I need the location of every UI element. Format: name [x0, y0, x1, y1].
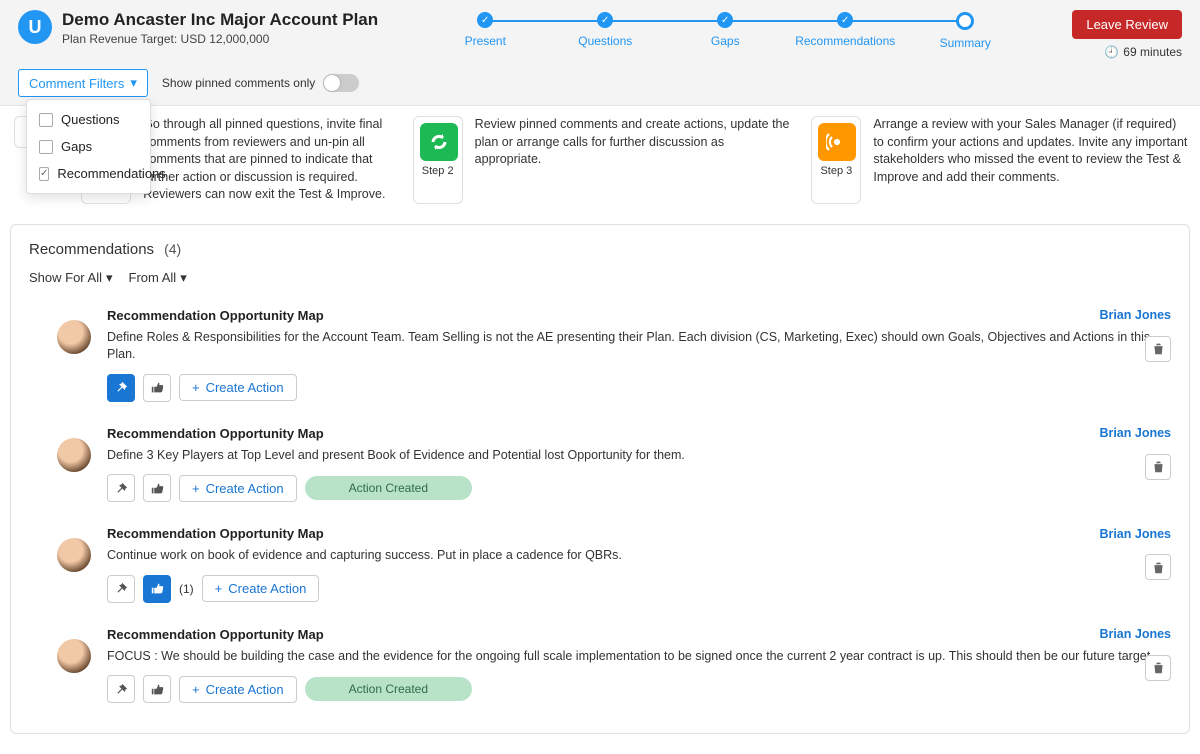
recommendation-text: Define Roles & Responsibilities for the …	[107, 329, 1171, 364]
recommendations-panel: Recommendations (4) Show For All ▾ From …	[10, 224, 1190, 735]
step-recommendations[interactable]: ✓Recommendations	[785, 12, 905, 50]
recommendation-text: FOCUS : We should be building the case a…	[107, 648, 1171, 666]
create-action-button[interactable]: +Create Action	[202, 575, 320, 602]
avatar	[57, 639, 91, 673]
action-created-badge: Action Created	[305, 476, 472, 500]
plus-icon: +	[192, 682, 200, 697]
plus-icon: +	[192, 481, 200, 496]
show-for-filter[interactable]: Show For All ▾	[29, 270, 113, 286]
caret-down-icon: ▾	[106, 270, 113, 286]
thumbs-up-icon	[151, 683, 164, 696]
refresh-icon	[420, 123, 458, 161]
recommendation-text: Define 3 Key Players at Top Level and pr…	[107, 447, 1171, 465]
broadcast-icon	[818, 123, 856, 161]
recommendation-title: Recommendation Opportunity Map	[107, 426, 324, 441]
recommendation-item: Recommendation Opportunity Map Brian Jone…	[29, 416, 1171, 517]
thumbs-up-icon	[151, 582, 164, 595]
page-title: Demo Ancaster Inc Major Account Plan	[62, 10, 378, 30]
create-action-button[interactable]: +Create Action	[179, 374, 297, 401]
pinned-only-toggle[interactable]	[323, 74, 359, 92]
avatar	[57, 320, 91, 354]
recommendation-author[interactable]: Brian Jones	[1099, 527, 1171, 541]
like-button[interactable]	[143, 575, 171, 603]
step-questions[interactable]: ✓Questions	[545, 12, 665, 50]
next-step-2: Step 2 Review pinned comments and create…	[413, 116, 792, 204]
page-subtitle: Plan Revenue Target: USD 12,000,000	[62, 32, 378, 46]
step-gaps[interactable]: ✓Gaps	[665, 12, 785, 50]
next-step-3: Step 3 Arrange a review with your Sales …	[811, 116, 1190, 204]
avatar	[57, 438, 91, 472]
pin-button[interactable]	[107, 575, 135, 603]
timer-label: 🕘 69 minutes	[1104, 45, 1182, 59]
checkbox-icon	[39, 140, 53, 154]
avatar	[57, 538, 91, 572]
recommendation-title: Recommendation Opportunity Map	[107, 627, 324, 642]
pinned-only-label: Show pinned comments only	[162, 76, 315, 90]
filter-option-questions[interactable]: Questions	[27, 106, 150, 133]
recommendation-title: Recommendation Opportunity Map	[107, 308, 324, 323]
pin-button[interactable]	[107, 675, 135, 703]
pin-button[interactable]	[107, 474, 135, 502]
leave-review-button[interactable]: Leave Review	[1072, 10, 1182, 39]
from-filter[interactable]: From All ▾	[129, 270, 187, 286]
caret-down-icon: ▾	[180, 270, 187, 286]
trash-icon	[1152, 561, 1165, 574]
next-steps-row: ⌄ Nex Step 1 Go through all pinned quest…	[10, 116, 1190, 204]
filter-option-recommendations[interactable]: Recommendations	[27, 160, 150, 187]
recommendation-author[interactable]: Brian Jones	[1099, 627, 1171, 641]
trash-icon	[1152, 342, 1165, 355]
checkbox-checked-icon	[39, 167, 49, 181]
recommendation-author[interactable]: Brian Jones	[1099, 426, 1171, 440]
panel-count: (4)	[164, 241, 181, 257]
recommendation-item: Recommendation Opportunity Map Brian Jone…	[29, 617, 1171, 718]
delete-button[interactable]	[1145, 554, 1171, 580]
recommendation-title: Recommendation Opportunity Map	[107, 526, 324, 541]
comment-filters-button[interactable]: Comment Filters ▾	[18, 69, 148, 97]
app-header: U Demo Ancaster Inc Major Account Plan P…	[0, 0, 1200, 106]
like-button[interactable]	[143, 675, 171, 703]
plus-icon: +	[215, 581, 223, 596]
app-logo: U	[18, 10, 52, 44]
pin-icon	[115, 482, 128, 495]
recommendation-item: Recommendation Opportunity Map Brian Jone…	[29, 516, 1171, 617]
progress-stepper: ✓Present ✓Questions ✓Gaps ✓Recommendatio…	[378, 12, 1072, 50]
delete-button[interactable]	[1145, 454, 1171, 480]
recommendation-text: Continue work on book of evidence and ca…	[107, 547, 1171, 565]
checkbox-icon	[39, 113, 53, 127]
pin-icon	[115, 683, 128, 696]
filter-option-gaps[interactable]: Gaps	[27, 133, 150, 160]
pin-icon	[115, 381, 128, 394]
comment-filters-dropdown: Questions Gaps Recommendations	[26, 99, 151, 194]
trash-icon	[1152, 661, 1165, 674]
trash-icon	[1152, 460, 1165, 473]
create-action-button[interactable]: +Create Action	[179, 676, 297, 703]
clock-icon: 🕘	[1104, 45, 1119, 59]
step-present[interactable]: ✓Present	[425, 12, 545, 50]
delete-button[interactable]	[1145, 336, 1171, 362]
thumbs-up-icon	[151, 482, 164, 495]
step-summary[interactable]: Summary	[905, 12, 1025, 50]
panel-title: Recommendations	[29, 241, 154, 258]
like-button[interactable]	[143, 374, 171, 402]
pin-icon	[115, 582, 128, 595]
delete-button[interactable]	[1145, 655, 1171, 681]
caret-down-icon: ▾	[130, 75, 137, 91]
recommendation-item: Recommendation Opportunity Map Brian Jone…	[29, 298, 1171, 416]
action-created-badge: Action Created	[305, 677, 472, 701]
plus-icon: +	[192, 380, 200, 395]
thumbs-up-icon	[151, 381, 164, 394]
create-action-button[interactable]: +Create Action	[179, 475, 297, 502]
pin-button[interactable]	[107, 374, 135, 402]
like-count: (1)	[179, 582, 194, 596]
like-button[interactable]	[143, 474, 171, 502]
recommendation-author[interactable]: Brian Jones	[1099, 308, 1171, 322]
